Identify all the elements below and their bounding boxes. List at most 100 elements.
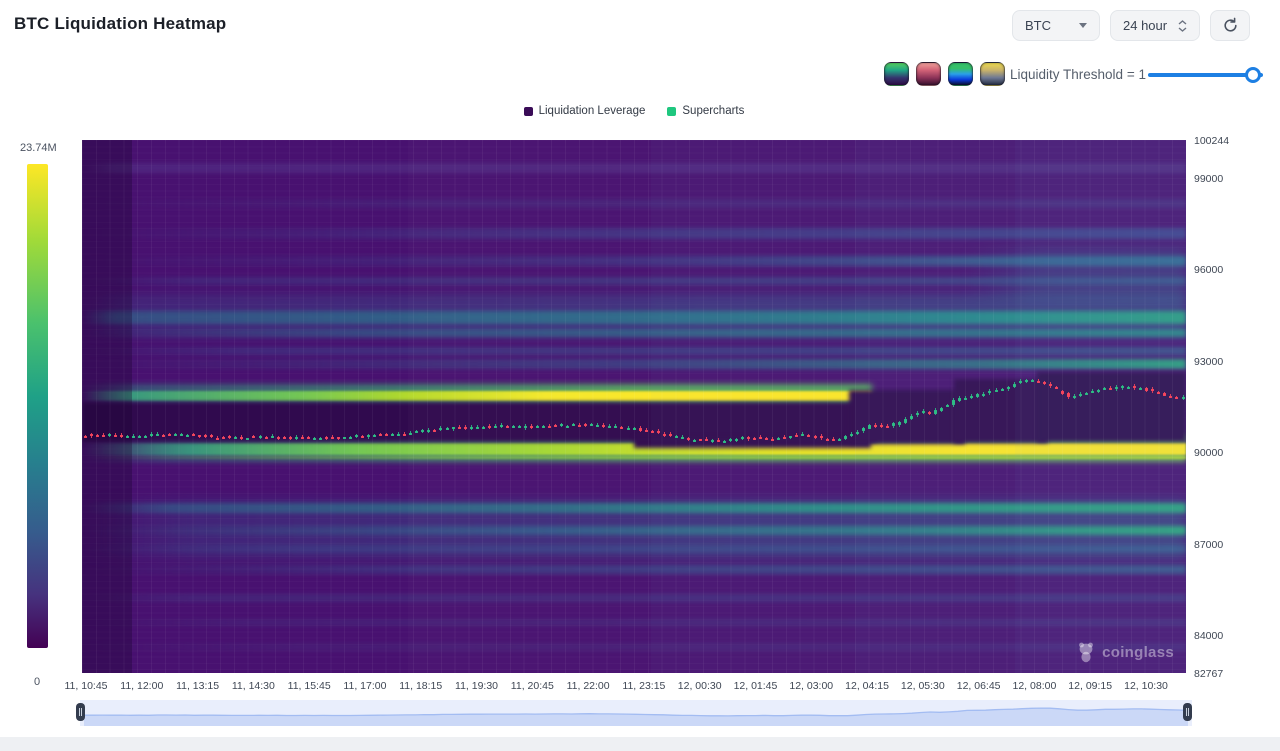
candle — [180, 434, 183, 436]
candle — [645, 430, 648, 432]
legend-label: Liquidation Leverage — [539, 105, 646, 117]
candle — [385, 434, 388, 436]
legend-item-0[interactable]: Liquidation Leverage — [524, 105, 646, 117]
candle — [283, 437, 286, 439]
colorbar-max-label: 23.74M — [20, 142, 57, 154]
legend-item-1[interactable]: Supercharts — [667, 105, 744, 117]
heatmap-canvas[interactable]: coinglass — [82, 140, 1186, 673]
candle — [850, 434, 853, 437]
slider-handle[interactable] — [1245, 67, 1261, 83]
candle — [524, 426, 527, 428]
candle — [952, 400, 955, 405]
candle — [1163, 393, 1166, 395]
candle — [289, 437, 292, 439]
candle — [596, 425, 599, 427]
candle — [639, 428, 642, 431]
candle — [307, 437, 310, 439]
candle — [922, 411, 925, 413]
candle — [349, 437, 352, 439]
candle — [1085, 393, 1088, 395]
candle — [150, 434, 153, 436]
chart-legend: Liquidation Leverage Supercharts — [82, 105, 1186, 117]
palette-button-pink-maroon[interactable] — [916, 62, 941, 86]
candle — [397, 434, 400, 436]
candle — [174, 434, 177, 436]
interval-select[interactable]: 24 hour — [1110, 10, 1200, 41]
candle — [482, 427, 485, 429]
x-axis-tick: 11, 22:00 — [567, 680, 610, 692]
candle — [331, 437, 334, 439]
candle — [319, 438, 322, 440]
candle — [506, 426, 509, 428]
candle — [856, 432, 859, 434]
candle — [120, 435, 123, 437]
x-axis-tick: 11, 15:45 — [288, 680, 331, 692]
legend-label: Supercharts — [682, 105, 744, 117]
candle — [470, 427, 473, 429]
candle — [90, 434, 93, 436]
intensity-colorbar — [27, 164, 48, 648]
candle — [204, 435, 207, 437]
navigator-left-handle[interactable] — [76, 703, 85, 721]
y-axis-tick: 99000 — [1194, 173, 1223, 185]
candle — [1109, 388, 1112, 390]
candle — [1175, 397, 1178, 399]
liquidity-threshold-slider[interactable] — [1148, 73, 1263, 77]
symbol-select[interactable]: BTC — [1012, 10, 1100, 41]
candle — [578, 425, 581, 427]
candle — [277, 437, 280, 439]
candle — [464, 427, 467, 429]
candle — [168, 434, 171, 436]
candle — [868, 425, 871, 429]
candle — [934, 410, 937, 414]
candle — [1145, 388, 1148, 391]
palette-button-green-purple[interactable] — [884, 62, 909, 86]
y-axis-tick: 100244 — [1194, 135, 1229, 147]
y-axis-tick: 93000 — [1194, 356, 1223, 368]
candle — [958, 398, 961, 402]
range-navigator[interactable] — [80, 700, 1192, 726]
watermark: coinglass — [1076, 641, 1174, 663]
candle — [898, 422, 901, 425]
candle — [1079, 394, 1082, 396]
candle — [940, 408, 943, 412]
candle — [1025, 380, 1028, 382]
candle — [681, 437, 684, 439]
y-axis-tick: 82767 — [1194, 668, 1223, 680]
candle — [313, 438, 316, 440]
candle — [132, 436, 135, 438]
candle — [633, 428, 636, 430]
x-axis-tick: 11, 10:45 — [64, 680, 107, 692]
candle — [995, 390, 998, 392]
candle — [301, 437, 304, 439]
candle — [602, 425, 605, 427]
candle — [1169, 396, 1172, 398]
candle — [1061, 391, 1064, 394]
candle — [717, 440, 720, 442]
candle — [614, 426, 617, 428]
navigator-area — [84, 708, 1188, 726]
navigator-right-handle[interactable] — [1183, 703, 1192, 721]
candle — [1019, 381, 1022, 383]
candle — [554, 425, 557, 427]
x-axis-tick: 12, 08:00 — [1013, 680, 1057, 692]
x-axis-tick: 11, 23:15 — [622, 680, 665, 692]
palette-button-green-blue-navy[interactable] — [948, 62, 973, 86]
candle — [627, 428, 630, 430]
candle — [1182, 397, 1185, 399]
candle — [795, 435, 798, 437]
candle — [771, 439, 774, 441]
x-axis-tick: 12, 05:30 — [901, 680, 945, 692]
candle — [844, 436, 847, 439]
x-axis-tick: 12, 01:45 — [734, 680, 778, 692]
refresh-icon — [1222, 17, 1239, 34]
candle — [427, 430, 430, 432]
candle — [114, 435, 117, 437]
x-axis-tick: 11, 20:45 — [511, 680, 554, 692]
refresh-button[interactable] — [1210, 10, 1250, 41]
candle — [982, 394, 985, 396]
palette-button-yellow-slate[interactable] — [980, 62, 1005, 86]
candle — [759, 437, 762, 439]
candle — [222, 437, 225, 439]
x-axis-tick: 12, 04:15 — [845, 680, 889, 692]
